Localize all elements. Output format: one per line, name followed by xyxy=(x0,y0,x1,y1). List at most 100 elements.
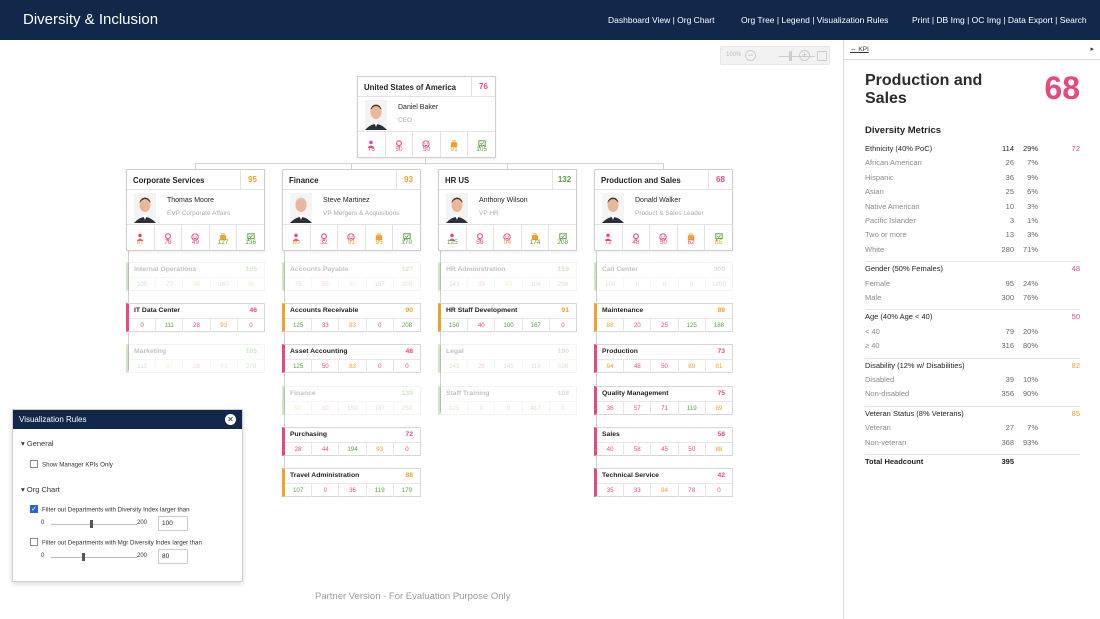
kpi-value: 33 xyxy=(312,319,340,332)
department-card[interactable]: Purchasing 72 28 44 194 93 0 xyxy=(282,427,421,456)
department-card[interactable]: Technical Service 42 35 33 84 78 0 xyxy=(594,468,733,497)
kpi-cell[interactable]: 170 xyxy=(393,225,420,250)
root-manager-card[interactable]: United States of America 76 Daniel Baker C… xyxy=(357,76,496,158)
department-card[interactable]: Call Center 300 100 0 0 0 1200 xyxy=(594,262,733,291)
metric-label: Two or more xyxy=(865,230,907,240)
general-section-toggle[interactable]: ▾ General xyxy=(21,439,54,448)
metric-score: 85 xyxy=(1071,408,1080,418)
department-card[interactable]: IT Data Center 46 0 111 28 93 0 xyxy=(126,303,265,332)
department-card[interactable]: Production 73 94 48 50 89 81 xyxy=(594,344,733,373)
department-name: Internal Operations xyxy=(134,266,197,273)
kpi-value: 88 xyxy=(715,446,723,453)
kpi-value: 44 xyxy=(312,443,340,456)
metric-label: Total Headcount xyxy=(865,457,924,466)
filter-dept-slider-track[interactable] xyxy=(51,524,137,525)
kpi-cell[interactable]: 78 xyxy=(155,225,183,250)
department-card[interactable]: HR Administration 159 143 39 83 104 298 xyxy=(438,262,577,291)
collapse-arrow-icon[interactable]: ▸ xyxy=(1090,45,1094,53)
department-card[interactable]: Accounts Receivable 90 125 33 83 0 208 xyxy=(282,303,421,332)
checkbox-box[interactable] xyxy=(30,538,38,546)
diversity-score: 127 xyxy=(401,266,413,273)
show-manager-kpis-checkbox[interactable]: Show Manager KPIs Only xyxy=(30,460,113,469)
kpi-cell[interactable]: 136 xyxy=(237,225,264,250)
metric-label: Age (40% Age < 40) xyxy=(865,312,933,322)
filter-mgr-value-input[interactable]: 80 xyxy=(158,549,188,564)
kpi-value: 36 xyxy=(339,484,367,497)
kpi-cell[interactable]: 49 xyxy=(182,225,210,250)
kpi-cell[interactable]: 58 xyxy=(467,225,495,250)
kpi-cell[interactable]: 62 xyxy=(678,225,706,250)
filter-mgr-slider-track[interactable] xyxy=(51,557,137,558)
kpi-cell[interactable]: 32 xyxy=(311,225,339,250)
kpi-value: 36 xyxy=(597,402,625,415)
smile-icon xyxy=(422,135,431,148)
filter-dept-value-input[interactable]: 100 xyxy=(158,516,188,531)
kpi-cell[interactable]: 105 xyxy=(468,132,495,157)
kpi-cell[interactable]: 174 xyxy=(522,225,550,250)
department-card[interactable]: Staff Training 108 125 0 0 417 0 xyxy=(438,386,577,415)
manager-title: CEO xyxy=(398,117,413,124)
filter-mgr-checkbox[interactable]: Filter out Departments with Mgr Diversit… xyxy=(30,538,202,547)
department-card[interactable]: Legal 190 143 28 143 119 536 xyxy=(438,344,577,373)
kpi-value: 0 xyxy=(367,319,394,332)
tab-kpi[interactable]: ⇔ KPI xyxy=(850,46,869,53)
kpi-cell[interactable]: 91 xyxy=(441,132,469,157)
nav-tree-links[interactable]: Org Tree | Legend | Visualization Rules xyxy=(741,15,888,25)
department-card[interactable]: Finance 139 90 50 150 167 250 xyxy=(282,386,421,415)
department-card[interactable]: Sales 58 40 58 45 50 88 xyxy=(594,427,733,456)
metric-score: 50 xyxy=(1071,312,1080,322)
kpi-cell[interactable]: 94 xyxy=(494,225,522,250)
kpi-cell[interactable]: 127 xyxy=(210,225,238,250)
department-card[interactable]: Accounts Payable 127 75 50 80 167 200 xyxy=(282,262,421,291)
manager-card-1[interactable]: Corporate Services 95 Thomas Moore EVP Cor… xyxy=(126,169,265,251)
manager-card-3[interactable]: HR US 132 Anthony Wilson VP HR 125 58 94 174 20… xyxy=(438,169,577,251)
kpi-cell[interactable]: 50 xyxy=(650,225,678,250)
filter-mgr-slider-thumb[interactable] xyxy=(82,553,85,561)
department-card[interactable]: Maintenance 89 88 20 25 125 188 xyxy=(594,303,733,332)
kpi-cell[interactable]: 48 xyxy=(623,225,651,250)
kpi-value: 84 xyxy=(651,484,679,497)
manager-card-2[interactable]: Finance 93 Steve Martinez VP Mergers & Acq… xyxy=(282,169,421,251)
kpi-cell[interactable]: 76 xyxy=(358,132,386,157)
department-card[interactable]: Marketing 105 111 97 28 93 278 xyxy=(126,344,265,373)
nav-view-links[interactable]: Dashboard View | Org Chart xyxy=(608,15,714,25)
department-card[interactable]: Asset Accounting 48 125 50 83 0 0 xyxy=(282,344,421,373)
org-chart-section-toggle[interactable]: ▾ Org Chart xyxy=(21,485,60,494)
close-icon[interactable]: ✕ xyxy=(225,414,236,425)
kpi-row: 143 28 143 119 536 xyxy=(441,359,576,373)
metric-percent: 7% xyxy=(1027,423,1038,433)
kpi-value: 208 xyxy=(401,322,413,329)
kpi-cell[interactable]: 50 xyxy=(386,132,414,157)
kpi-cell[interactable]: 91 xyxy=(338,225,366,250)
kpi-cell[interactable]: 72 xyxy=(595,225,623,250)
kpi-cell[interactable]: 80 xyxy=(283,225,311,250)
kpi-cell[interactable]: 85 xyxy=(705,225,732,250)
kpi-cell[interactable]: 125 xyxy=(439,225,467,250)
kpi-cell[interactable]: 87 xyxy=(127,225,155,250)
kpi-cell[interactable]: 50 xyxy=(413,132,441,157)
filter-dept-slider-thumb[interactable] xyxy=(90,520,93,528)
kpi-value: 0 xyxy=(495,402,523,415)
filter-dept-checkbox[interactable]: ✓ Filter out Departments with Diversity I… xyxy=(30,505,190,514)
department-card[interactable]: Quality Management 75 36 57 71 119 89 xyxy=(594,386,733,415)
metric-percent: 6% xyxy=(1027,187,1038,197)
diversity-score: 88 xyxy=(405,472,413,479)
zoom-in-icon[interactable]: + xyxy=(799,50,810,61)
checkbox-box[interactable] xyxy=(30,460,38,468)
kpi-value: 125 xyxy=(441,402,469,415)
kpi-cell[interactable]: 208 xyxy=(549,225,576,250)
kpi-cell[interactable]: 95 xyxy=(366,225,394,250)
zoom-out-icon[interactable]: − xyxy=(745,50,756,61)
manager-card-4[interactable]: Production and Sales 68 Donald Walker Prod… xyxy=(594,169,733,251)
checkbox-checked-icon[interactable]: ✓ xyxy=(30,505,38,513)
kpi-value: 107 xyxy=(285,484,313,497)
department-card[interactable]: Internal Operations 105 105 77 88 160 96 xyxy=(126,262,265,291)
department-card[interactable]: Travel Administration 88 107 0 36 119 179 xyxy=(282,468,421,497)
zoom-slider-thumb[interactable] xyxy=(789,51,792,61)
kpi-value: 80 xyxy=(339,278,367,291)
kpi-value: 25 xyxy=(651,319,679,332)
department-card[interactable]: HR Staff Development 91 150 40 100 167 0 xyxy=(438,303,577,332)
department-name: Sales xyxy=(602,431,620,438)
fit-screen-icon[interactable] xyxy=(817,51,827,61)
nav-export-links[interactable]: Print | DB Img | OC Img | Data Export | … xyxy=(912,15,1087,25)
